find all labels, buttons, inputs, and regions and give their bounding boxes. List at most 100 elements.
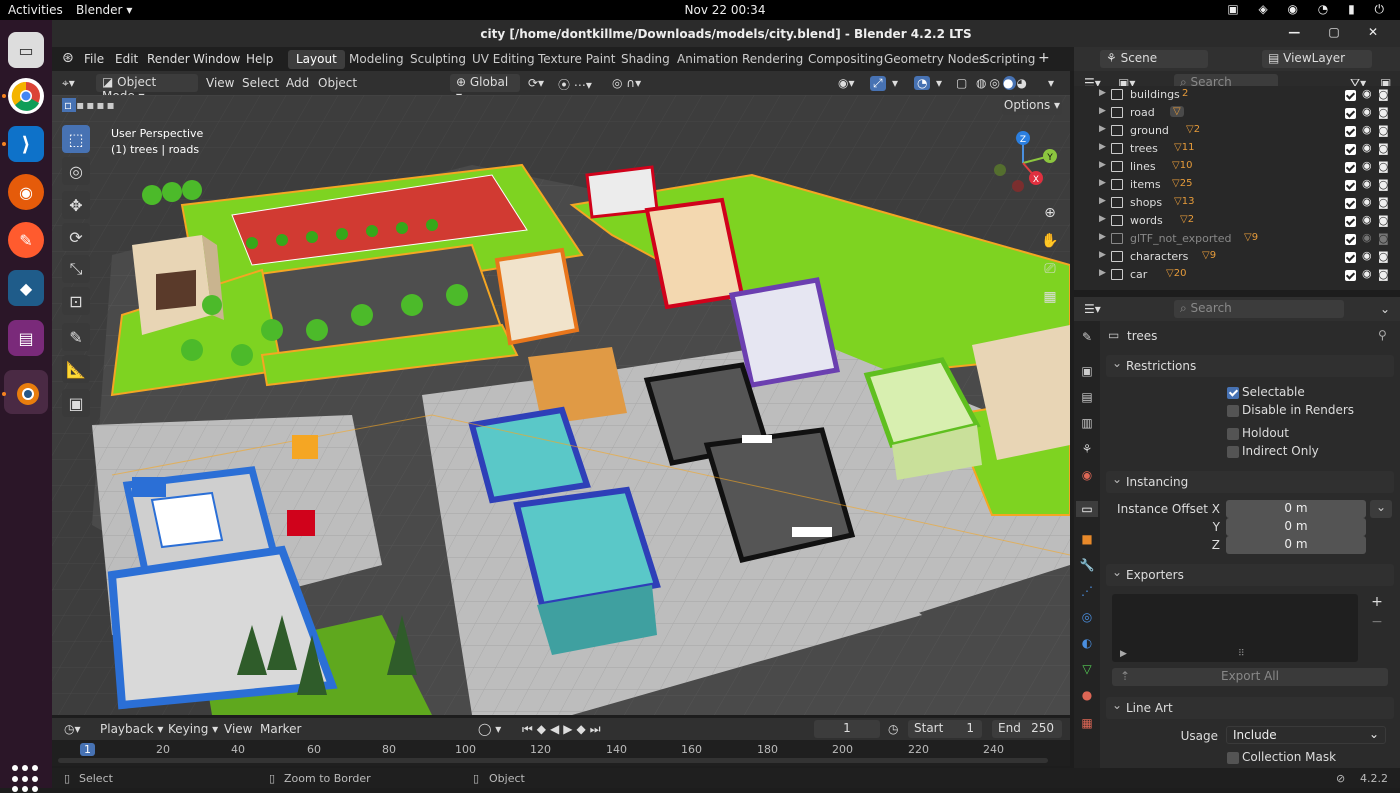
mysql-workbench-icon[interactable]: ◆ xyxy=(8,270,44,306)
menu-edit[interactable]: Edit xyxy=(115,52,138,66)
measure-tool-icon[interactable]: 📐 xyxy=(62,355,90,383)
outliner-row-characters[interactable]: ▶ characters ▽9 ◉ ◙ xyxy=(1074,248,1400,266)
instance-offset-x-field[interactable]: 0 m xyxy=(1226,500,1366,518)
start-frame-field[interactable]: Start 1 xyxy=(908,720,982,738)
physics-tab-icon[interactable]: ◎ xyxy=(1079,609,1095,625)
end-frame-field[interactable]: End 250 xyxy=(992,720,1062,738)
chevron-down-icon[interactable]: ▾ xyxy=(936,76,942,90)
app-menu[interactable]: Blender ▾ xyxy=(76,3,132,17)
gizmo-toggle-icon[interactable]: ⤢ xyxy=(870,76,886,91)
transform-orientation-select[interactable]: ⊕ Global ▾ xyxy=(450,74,520,103)
menu-playback[interactable]: Playback ▾ xyxy=(100,722,163,736)
pan-hand-icon[interactable]: ✋ xyxy=(1037,228,1063,254)
render-tab-icon[interactable]: ▣ xyxy=(1079,363,1095,379)
export-all-button[interactable]: ⇡ Export All xyxy=(1112,668,1388,686)
firefox-icon[interactable]: ◉ xyxy=(8,174,44,210)
properties-search-input[interactable]: ⌕ Search xyxy=(1174,300,1344,318)
postman-icon[interactable]: ✎ xyxy=(8,222,44,258)
tab-layout[interactable]: Layout xyxy=(288,50,345,69)
indirect-only-checkbox[interactable] xyxy=(1227,446,1239,458)
cursor-tool-icon[interactable]: ◎ xyxy=(62,157,90,185)
3d-viewport[interactable] xyxy=(52,95,1070,715)
object-tab-icon[interactable]: ■ xyxy=(1079,531,1095,547)
visibility-icon[interactable]: ◉▾ xyxy=(838,76,855,90)
scene-selector[interactable]: ⚘ Scene xyxy=(1100,50,1208,68)
tab-scripting[interactable]: Scripting xyxy=(974,50,1043,69)
overlays-toggle-icon[interactable]: ◔ xyxy=(914,76,931,90)
menu-render[interactable]: Render xyxy=(147,52,190,66)
scale-tool-icon[interactable]: ⤡ xyxy=(62,255,90,283)
pin-icon[interactable]: ⚲ xyxy=(1378,328,1387,342)
snap-icon[interactable]: ⦿ ⋯▾ xyxy=(558,76,592,93)
remove-exporter-button[interactable]: − xyxy=(1368,614,1386,632)
playhead-frame[interactable]: 1 xyxy=(80,743,95,756)
resize-handle-icon[interactable]: ⠿ xyxy=(1238,649,1245,659)
mode-selector[interactable]: ◪ Object Mode ▾ xyxy=(96,74,198,103)
view-layer-tab-icon[interactable]: ▥ xyxy=(1079,415,1095,431)
line-art-panel-header[interactable]: Line Art xyxy=(1106,697,1394,719)
chevron-down-icon[interactable]: ⌄ xyxy=(1370,500,1392,518)
options-button[interactable]: Options ▾ xyxy=(1002,97,1062,115)
holdout-checkbox[interactable] xyxy=(1227,428,1239,440)
exporters-panel-header[interactable]: Exporters xyxy=(1106,564,1394,586)
usage-select[interactable]: Include ⌄ xyxy=(1226,726,1386,744)
instancing-panel-header[interactable]: Instancing xyxy=(1106,471,1394,493)
system-tray[interactable]: ▣ ◈ ◉ ◔ ▮ ⏻ xyxy=(1227,2,1392,17)
window-controls[interactable]: — ▢ ✕ xyxy=(1288,25,1390,39)
show-apps-icon[interactable] xyxy=(12,765,40,793)
add-workspace-button[interactable]: + xyxy=(1038,50,1050,66)
activities-button[interactable]: Activities xyxy=(8,3,63,17)
chrome-icon[interactable] xyxy=(8,78,44,114)
record-icon[interactable]: ◯ ▾ xyxy=(478,722,501,736)
camera-view-icon[interactable]: ⎚ xyxy=(1037,256,1063,282)
outliner-row-car[interactable]: ▶ car ▽20 ◉ ◙ xyxy=(1074,266,1400,284)
particles-tab-icon[interactable]: ⋰ xyxy=(1079,583,1095,599)
menu-help[interactable]: Help xyxy=(246,52,273,66)
add-cube-tool-icon[interactable]: ▣ xyxy=(62,389,90,417)
pivot-icon[interactable]: ⟳▾ xyxy=(528,76,544,90)
world-tab-icon[interactable]: ◉ xyxy=(1079,467,1095,483)
material-tab-icon[interactable]: ● xyxy=(1079,687,1095,703)
menu-object[interactable]: Object xyxy=(318,76,357,90)
texture-tab-icon[interactable]: ▦ xyxy=(1079,715,1095,731)
menu-view[interactable]: View xyxy=(224,722,252,736)
timeline-ruler[interactable]: 1 20 40 60 80 100 120 140 160 180 200 22… xyxy=(52,740,1070,766)
menu-add[interactable]: Add xyxy=(286,76,309,90)
menu-select[interactable]: Select xyxy=(242,76,279,90)
transform-tool-icon[interactable]: ⊡ xyxy=(62,287,90,315)
vscode-icon[interactable]: ⟩ xyxy=(8,126,44,162)
modifier-tab-icon[interactable]: 🔧 xyxy=(1079,557,1095,573)
outliner-row-gltf-not-exported[interactable]: ▶ glTF_not_exported ▽9 ◉ ◙ xyxy=(1074,230,1400,248)
menu-file[interactable]: File xyxy=(84,52,104,66)
clock-icon[interactable]: ◷▾ xyxy=(64,722,81,736)
editor-type-icon[interactable]: ☰▾ xyxy=(1084,302,1101,316)
timer-icon[interactable]: ◷ xyxy=(888,722,898,736)
outliner-row-shops[interactable]: ▶ shops ▽13 ◉ ◙ xyxy=(1074,194,1400,212)
outliner-row-road[interactable]: ▶ road ▽ ◉ ◙ xyxy=(1074,104,1400,122)
menu-marker[interactable]: Marker xyxy=(260,722,301,736)
data-tab-icon[interactable]: ▽ xyxy=(1079,661,1095,677)
menu-keying[interactable]: Keying ▾ xyxy=(168,722,218,736)
selection-mode-icons[interactable]: ▫ ▪▪▪▪ xyxy=(62,98,142,114)
editor-type-icon[interactable]: ⌖▾ xyxy=(62,76,75,91)
expand-icon[interactable]: ▶ xyxy=(1120,649,1127,659)
chevron-down-icon[interactable]: ⌄ xyxy=(1380,302,1390,316)
blender-logo-icon[interactable]: ⊛ xyxy=(62,50,74,66)
navigation-gizmo[interactable]: Z Y X xyxy=(988,128,1058,198)
outliner-row-trees[interactable]: ▶ trees ▽11 ◉ ◙ xyxy=(1074,140,1400,158)
outliner-row-words[interactable]: ▶ words ▽2 ◉ ◙ xyxy=(1074,212,1400,230)
menu-window[interactable]: Window xyxy=(193,52,240,66)
selectable-checkbox[interactable] xyxy=(1227,387,1239,399)
tab-texture-paint[interactable]: Texture Paint xyxy=(530,50,623,69)
current-frame-field[interactable]: 1 xyxy=(814,720,880,738)
disable-renders-checkbox[interactable] xyxy=(1227,405,1239,417)
instance-offset-y-field[interactable]: 0 m xyxy=(1226,518,1366,536)
instance-offset-z-field[interactable]: 0 m xyxy=(1226,536,1366,554)
exporters-list[interactable] xyxy=(1112,594,1358,662)
playback-controls[interactable]: ⏮◆◀▶◆⏭ xyxy=(522,722,605,737)
files-icon[interactable]: ▭ xyxy=(8,32,44,68)
annotate-tool-icon[interactable]: ✎ xyxy=(62,323,90,351)
outliner-row-ground[interactable]: ▶ ground ▽2 ◉ ◙ xyxy=(1074,122,1400,140)
collection-mask-checkbox[interactable] xyxy=(1227,752,1239,764)
timeline-scrollbar[interactable] xyxy=(58,758,1048,763)
